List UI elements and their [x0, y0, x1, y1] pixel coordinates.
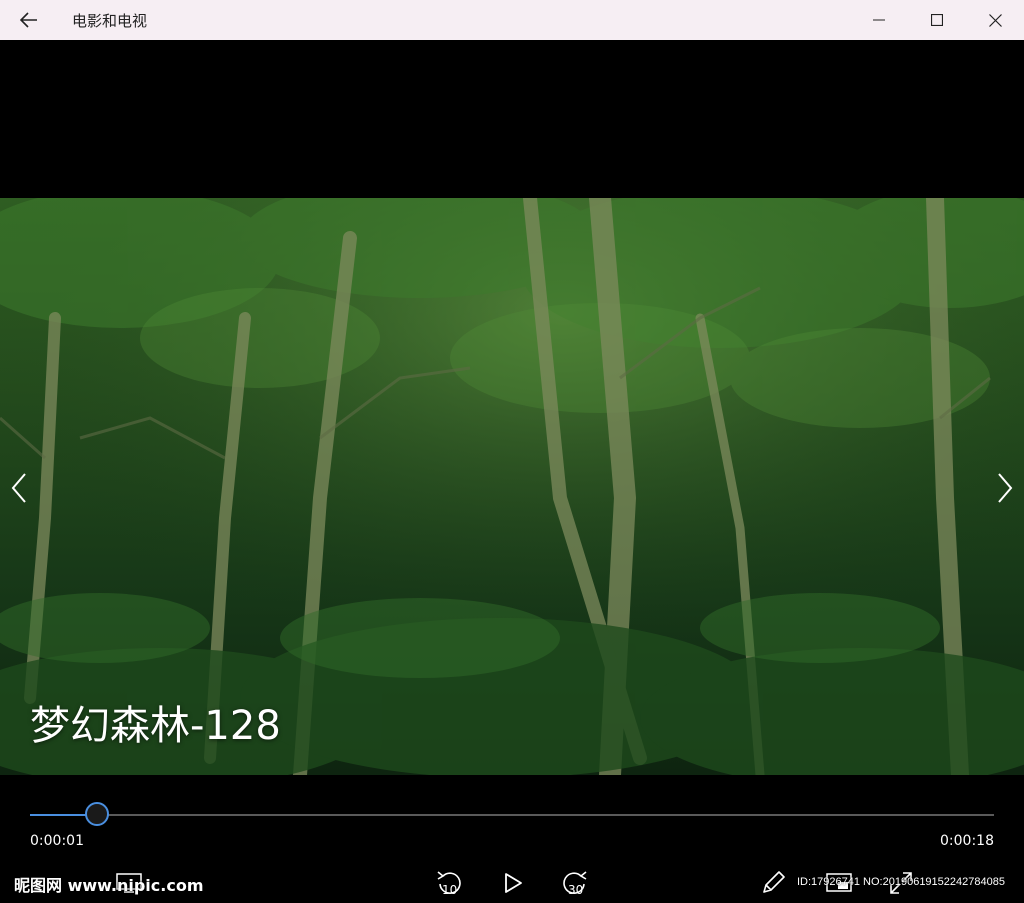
back-button[interactable] — [0, 0, 58, 40]
watermark-logo: 昵图网 www.nipic.com — [14, 876, 204, 895]
title-bar: 电影和电视 — [0, 0, 1024, 40]
next-button[interactable] — [990, 470, 1020, 506]
seek-bar[interactable] — [30, 802, 994, 826]
video-title: 梦幻森林-128 — [30, 703, 281, 749]
app-title: 电影和电视 — [72, 11, 148, 30]
video-frame — [0, 198, 1024, 775]
minimize-button[interactable] — [850, 0, 908, 40]
window-controls — [850, 0, 1024, 40]
total-time: 0:00:18 — [940, 833, 994, 849]
close-icon — [988, 13, 1002, 27]
current-time: 0:00:01 — [30, 833, 84, 849]
play-icon — [505, 873, 522, 893]
edit-button[interactable] — [756, 866, 790, 900]
forest-image — [0, 198, 1024, 775]
previous-button[interactable] — [4, 470, 34, 506]
chevron-left-icon — [11, 473, 26, 503]
close-button[interactable] — [966, 0, 1024, 40]
skip-back-button[interactable]: 10 — [432, 866, 466, 900]
maximize-icon — [931, 14, 943, 26]
maximize-button[interactable] — [908, 0, 966, 40]
seek-bar-thumb[interactable] — [85, 802, 110, 826]
pencil-icon — [763, 871, 785, 893]
play-button[interactable] — [496, 866, 530, 900]
arrow-left-icon — [20, 12, 37, 28]
watermark-id: ID:17926741 NO:20190619152242784085 — [797, 876, 1005, 888]
chevron-right-icon — [998, 473, 1013, 503]
skip-forward-button[interactable]: 30 — [558, 866, 592, 900]
skip-forward-label: 30 — [568, 883, 584, 897]
minimize-icon — [873, 19, 885, 21]
skip-back-label: 10 — [442, 883, 458, 897]
